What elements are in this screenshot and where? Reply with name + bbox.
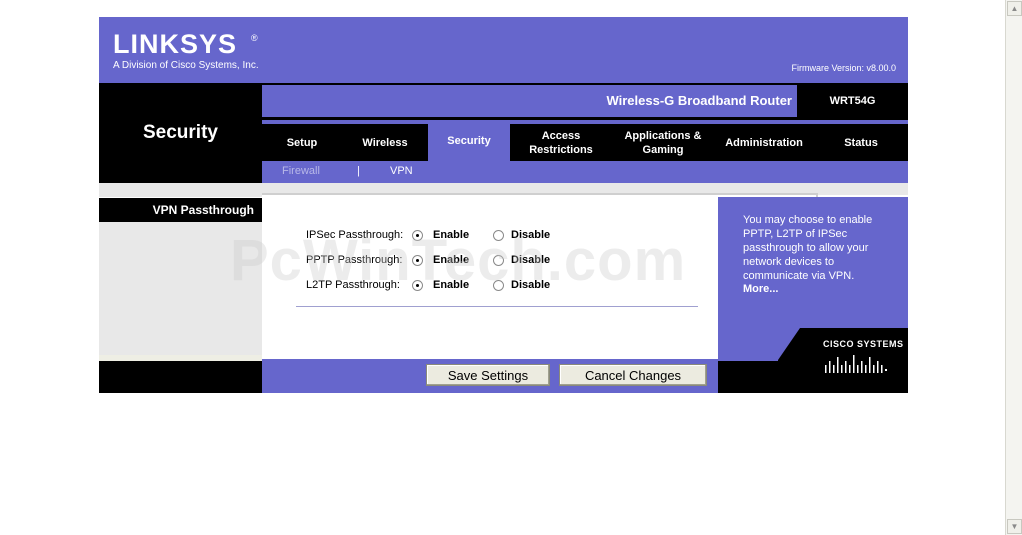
watermark: PcWinTech.com — [230, 228, 687, 293]
section-title: Security — [143, 122, 218, 143]
cisco-bridge-icon — [825, 355, 887, 373]
help-text: You may choose to enable PPTP, L2TP of I… — [743, 214, 873, 282]
tab-administration[interactable]: Administration — [714, 125, 814, 161]
subtab-separator: | — [357, 165, 360, 177]
left-spacer — [99, 183, 262, 197]
tab-wireless[interactable]: Wireless — [342, 125, 428, 161]
scroll-up-arrow-icon[interactable]: ▲ — [1007, 1, 1022, 16]
more-link[interactable]: More... — [743, 283, 778, 295]
left-section-label: VPN Passthrough — [99, 198, 262, 222]
vertical-scrollbar[interactable]: ▲ ▼ — [1005, 0, 1022, 535]
vpn-passthrough-label: VPN Passthrough — [152, 203, 254, 217]
product-name: Wireless-G Broadband Router — [606, 93, 792, 108]
tab-bar-top-line — [262, 120, 908, 124]
cancel-changes-button[interactable]: Cancel Changes — [559, 364, 707, 386]
save-settings-button[interactable]: Save Settings — [426, 364, 550, 386]
firmware-version: Firmware Version: v8.00.0 — [791, 63, 896, 73]
linksys-logo: LINKSYS — [113, 29, 238, 59]
scroll-down-arrow-icon[interactable]: ▼ — [1007, 519, 1022, 534]
model-name: WRT54G — [829, 95, 876, 107]
subtab-firewall[interactable]: Firewall — [282, 165, 320, 177]
tab-access-restrictions[interactable]: Access Restrictions — [510, 125, 612, 161]
footer-right — [718, 361, 778, 393]
tab-status[interactable]: Status — [814, 125, 908, 161]
router-admin-page: LINKSYS ® A Division of Cisco Systems, I… — [99, 17, 908, 393]
tab-applications-gaming[interactable]: Applications & Gaming — [612, 125, 714, 161]
tab-setup[interactable]: Setup — [262, 125, 342, 161]
settings-divider — [296, 306, 698, 307]
cisco-systems-logo: CISCO SYSTEMS — [823, 339, 904, 349]
tab-security[interactable]: Security — [428, 121, 510, 161]
left-footer — [99, 361, 262, 393]
registered-mark-icon: ® — [251, 33, 258, 43]
subtab-vpn[interactable]: VPN — [390, 165, 413, 177]
tagline: A Division of Cisco Systems, Inc. — [113, 60, 259, 71]
